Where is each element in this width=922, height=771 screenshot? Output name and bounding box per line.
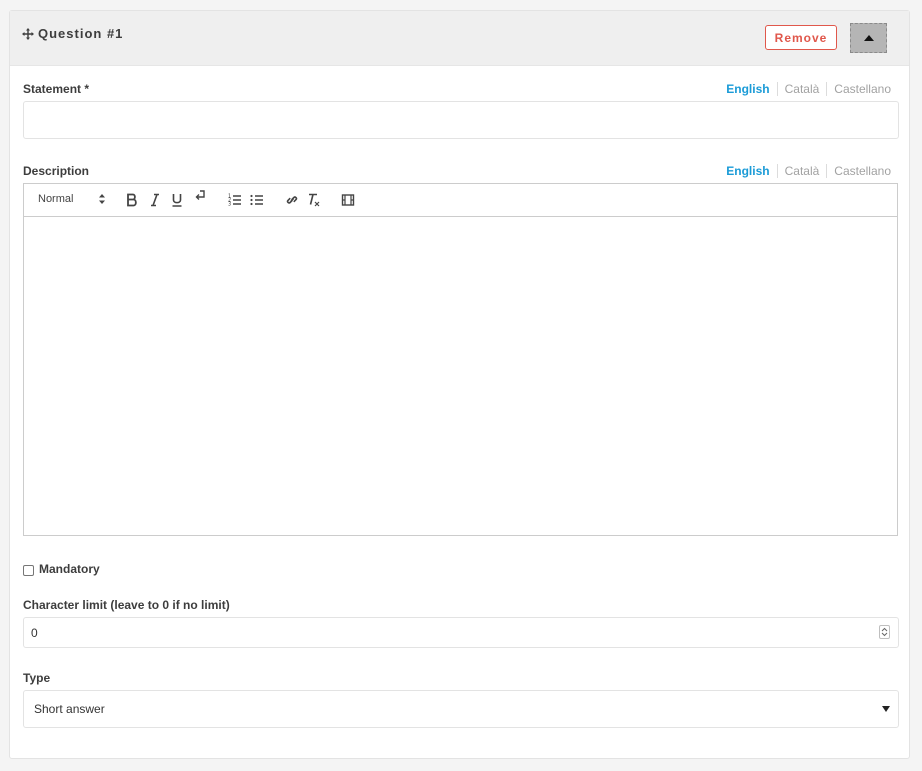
mandatory-label: Mandatory bbox=[39, 562, 100, 576]
italic-icon[interactable] bbox=[147, 192, 163, 208]
bullet-list-icon[interactable] bbox=[249, 192, 265, 208]
statement-tab-english[interactable]: English bbox=[719, 82, 776, 96]
description-language-tabs: English Català Castellano bbox=[719, 164, 891, 178]
statement-input[interactable] bbox=[23, 101, 899, 139]
description-tab-catala[interactable]: Català bbox=[776, 164, 827, 178]
description-tab-castellano[interactable]: Castellano bbox=[826, 164, 891, 178]
description-editor: Normal 1 2 3 bbox=[23, 183, 898, 536]
editor-content-area[interactable] bbox=[24, 217, 897, 535]
link-icon[interactable] bbox=[284, 192, 300, 208]
type-select[interactable]: Short answer bbox=[23, 690, 899, 728]
statement-tab-castellano[interactable]: Castellano bbox=[826, 82, 891, 96]
type-label: Type bbox=[23, 671, 51, 685]
spinner-arrows-icon bbox=[881, 627, 888, 637]
question-header: Question #1 Remove bbox=[10, 11, 909, 66]
sort-arrows-icon bbox=[99, 194, 105, 204]
linebreak-icon[interactable] bbox=[192, 189, 208, 205]
format-select[interactable]: Normal bbox=[38, 193, 73, 205]
character-limit-value: 0 bbox=[31, 626, 38, 640]
svg-text:3: 3 bbox=[228, 202, 231, 208]
statement-label: Statement * bbox=[23, 82, 90, 96]
statement-tab-catala[interactable]: Català bbox=[776, 82, 827, 96]
video-icon[interactable] bbox=[340, 192, 356, 208]
character-limit-input[interactable]: 0 bbox=[23, 617, 899, 648]
question-title: Question #1 bbox=[38, 26, 124, 41]
move-icon[interactable] bbox=[22, 28, 34, 40]
type-selected-value: Short answer bbox=[34, 702, 105, 716]
description-tab-english[interactable]: English bbox=[719, 164, 776, 178]
number-spinner[interactable] bbox=[879, 625, 890, 639]
bold-icon[interactable] bbox=[124, 192, 140, 208]
mandatory-checkbox[interactable] bbox=[23, 565, 34, 576]
caret-up-icon bbox=[863, 35, 874, 41]
question-card: Question #1 Remove Statement * English C… bbox=[9, 10, 910, 759]
clear-format-icon[interactable] bbox=[306, 192, 322, 208]
remove-button[interactable]: Remove bbox=[765, 25, 837, 50]
caret-down-icon bbox=[882, 706, 890, 712]
statement-language-tabs: English Català Castellano bbox=[719, 82, 891, 96]
underline-icon[interactable] bbox=[169, 192, 185, 208]
ordered-list-icon[interactable]: 1 2 3 bbox=[227, 192, 243, 208]
character-limit-label: Character limit (leave to 0 if no limit) bbox=[23, 598, 230, 612]
editor-toolbar: Normal 1 2 3 bbox=[24, 184, 897, 217]
description-label: Description bbox=[23, 164, 90, 178]
collapse-button[interactable] bbox=[850, 23, 887, 53]
